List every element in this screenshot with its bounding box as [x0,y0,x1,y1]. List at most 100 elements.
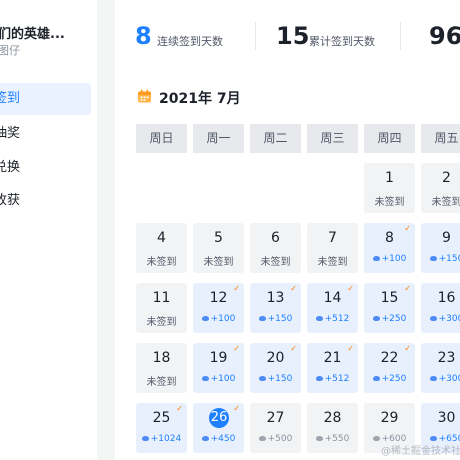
calendar-day[interactable]: 12 ✓ +100 [193,283,244,333]
checkin-panel: 8 连续签到天数 15 累计签到天数 96 2021年 7月 周日 周一 周二 … [115,0,460,460]
day-points: +1024 [136,434,187,444]
sidebar-item-lottery[interactable]: 抽奖 [0,118,91,150]
calendar-day[interactable]: 25 ✓ +1024 [136,403,187,453]
day-points: +550 [307,434,358,444]
day-points: +250 [364,374,415,384]
weekday-header: 周三 [307,124,358,153]
day-points: +512 [307,374,358,384]
ore-icon [315,376,323,381]
calendar-day[interactable]: 15 ✓ +250 [364,283,415,333]
calendar-day[interactable]: 22 ✓ +250 [364,343,415,393]
day-number: 18 [152,350,171,366]
calendar-day[interactable]: 13 ✓ +150 [250,283,301,333]
calendar-day[interactable]: 20 ✓ +150 [250,343,301,393]
day-points: +150 [250,314,301,324]
calendar-day[interactable]: 1 未签到 [364,163,415,213]
day-number: 30 [437,410,456,426]
watermark: @稀土掘金技术社区 [381,446,460,457]
stats-divider [400,22,401,50]
sidebar-item-harvest[interactable]: 收获 [0,185,91,217]
profile-name: 们的英雄... [0,27,65,42]
calendar-day[interactable]: 27 +500 [250,403,301,453]
day-status: 未签到 [203,257,234,268]
ore-icon [315,316,323,321]
day-number: 23 [437,350,456,366]
calendar-day[interactable]: 6 未签到 [250,223,301,273]
signed-check-icon: ✓ [233,404,240,413]
day-number: 9 [442,230,451,246]
ore-icon [258,436,266,441]
day-points: +512 [307,314,358,324]
day-number: 1 [385,170,394,186]
signed-check-icon: ✓ [347,344,354,353]
calendar-day[interactable]: 18 未签到 [136,343,187,393]
ore-icon [429,376,437,381]
signed-check-icon: ✓ [404,284,411,293]
signed-check-icon: ✓ [233,284,240,293]
day-status: 未签到 [146,257,177,268]
calendar-day[interactable]: 16✓+300 [421,283,460,333]
sidebar-item-label: 签到 [0,91,21,106]
calendar-day[interactable]: 4 未签到 [136,223,187,273]
day-status: 未签到 [374,197,405,208]
calendar-day[interactable]: 2 未签到 [421,163,460,213]
day-status: 未签到 [146,377,177,388]
ore-icon [429,316,437,321]
calendar-day[interactable]: 8 ✓ +100 [364,223,415,273]
calendar-day[interactable]: 19 ✓ +100 [193,343,244,393]
weekday-header: 周四 [364,124,415,153]
calendar-day[interactable]: 28 +550 [307,403,358,453]
points-value: +150 [267,374,293,384]
ore-icon [429,256,437,261]
day-number: 2 [442,170,451,186]
ore-icon [372,316,380,321]
signed-check-icon: ✓ [404,344,411,353]
points-value: +150 [267,314,293,324]
weekday-header: 周五 [421,124,460,153]
day-points: +450 [193,434,244,444]
points-value: +250 [381,314,407,324]
points-value: +300 [438,374,460,384]
calendar-day[interactable]: 11 未签到 [136,283,187,333]
stats-divider [255,22,256,50]
calendar-day[interactable]: 23✓+300 [421,343,460,393]
today-badge: 26 [209,408,229,428]
ore-icon [141,436,149,441]
day-points: +300 [421,374,460,384]
signed-check-icon: ✓ [404,224,411,233]
points-value: +1024 [150,434,182,444]
points-value: +100 [381,254,407,264]
ore-count-value: 96 [429,22,460,50]
ore-icon [372,256,380,261]
calendar-day[interactable]: 7 未签到 [307,223,358,273]
day-number: 7 [328,230,337,246]
ore-icon [201,316,209,321]
total-days-label: 累计签到天数 [309,35,375,48]
signed-check-icon: ✓ [233,344,240,353]
signed-check-icon: ✓ [290,344,297,353]
day-number: 16 [437,290,456,306]
points-value: +100 [210,314,236,324]
day-status: 未签到 [146,317,177,328]
calendar-day[interactable]: 21 ✓ +512 [307,343,358,393]
calendar-day[interactable]: 9✓+150 [421,223,460,273]
sidebar-item-checkin[interactable]: 签到 [0,83,91,115]
consecutive-days-value: 8 [135,22,152,50]
day-number: 4 [157,230,166,246]
points-value: +550 [324,434,350,444]
sidebar-item-exchange[interactable]: 兑换 [0,152,91,184]
ore-icon [429,436,437,441]
ore-icon [315,436,323,441]
signed-check-icon: ✓ [176,404,183,413]
points-value: +500 [267,434,293,444]
calendar-day[interactable]: 14 ✓ +512 [307,283,358,333]
ore-icon [372,436,380,441]
sidebar: 们的英雄... 图仔 签到 抽奖 兑换 收获 [0,0,97,460]
total-days-value: 15 [276,22,310,50]
calendar-day[interactable]: 26 ✓ +450 [193,403,244,453]
signed-check-icon: ✓ [290,284,297,293]
signed-check-icon: ✓ [347,284,354,293]
month-title: 2021年 7月 [159,91,241,107]
calendar-day[interactable]: 5 未签到 [193,223,244,273]
points-value: +100 [210,374,236,384]
